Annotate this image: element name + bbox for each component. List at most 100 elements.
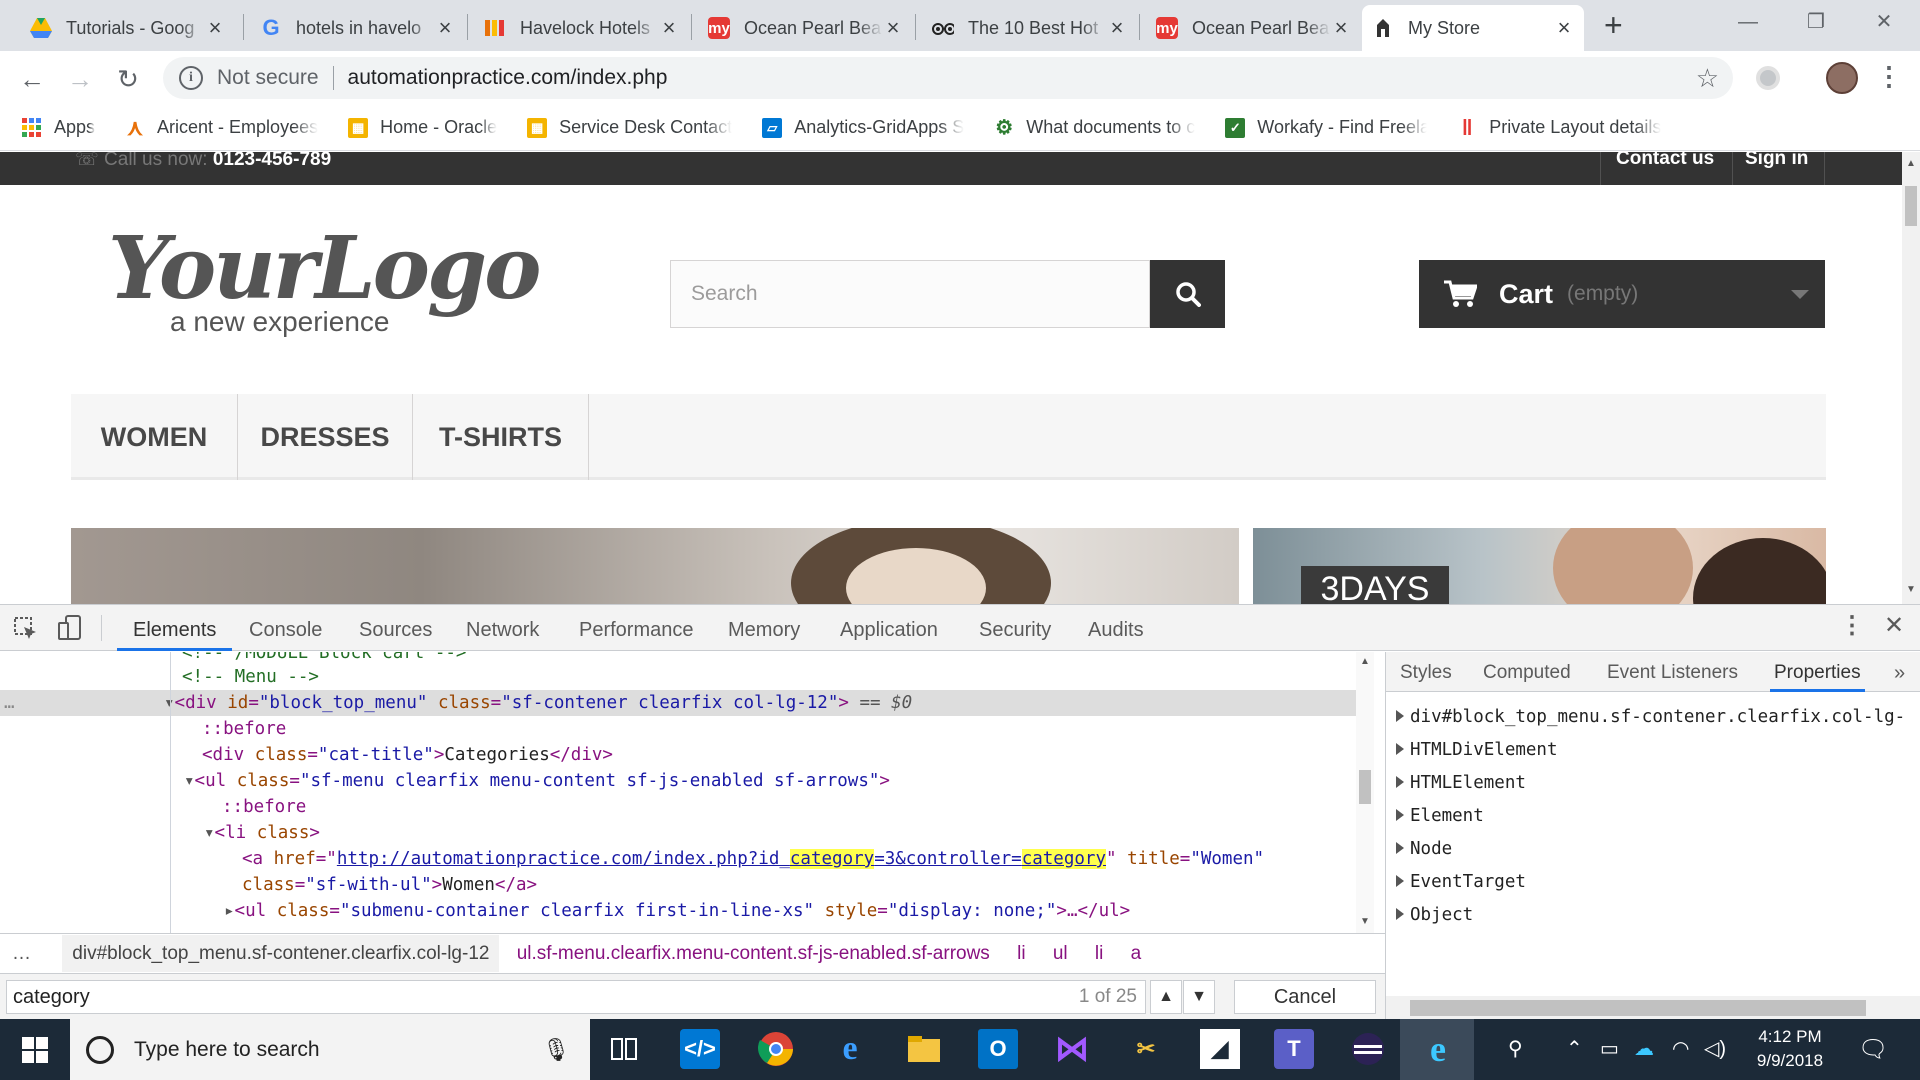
volume-icon[interactable]: ◁) (1704, 1019, 1726, 1080)
info-icon[interactable]: i (179, 66, 203, 90)
sign-in-link[interactable]: Sign in (1745, 152, 1808, 170)
tab-event-listeners[interactable]: Event Listeners (1607, 652, 1738, 692)
browser-tab[interactable]: my Ocean Pearl Bea × (1146, 5, 1361, 51)
breadcrumb-item[interactable]: ul.sf-menu.clearfix.menu-content.sf-js-e… (517, 943, 990, 964)
extension-icon[interactable] (1756, 66, 1780, 90)
bookmark-apps[interactable]: Apps (22, 117, 95, 138)
browser-tab[interactable]: Tutorials - Goog × (20, 5, 235, 51)
href-link[interactable]: http://automationpractice.com/index.php?… (337, 849, 1106, 869)
chrome-icon[interactable] (756, 1029, 796, 1069)
dom-node[interactable]: ▾<li class> (0, 820, 1356, 846)
dom-node[interactable]: ::before (0, 794, 1356, 820)
tab-elements[interactable]: Elements (117, 605, 233, 651)
menu-item-dresses[interactable]: DRESSES (238, 394, 413, 480)
property-row[interactable]: Node (1396, 839, 1452, 859)
devtools-menu-icon[interactable]: ⋮ (1840, 611, 1864, 640)
minimize-button[interactable]: — (1714, 0, 1782, 44)
browser-tab[interactable]: The 10 Best Hot × (922, 5, 1137, 51)
bookmark-documents[interactable]: ⚙ What documents to c (994, 117, 1195, 139)
onedrive-icon[interactable]: ☁ (1634, 1019, 1654, 1080)
file-explorer-icon[interactable] (904, 1029, 944, 1069)
dom-node[interactable]: class="sf-with-ul">Women</a> (0, 872, 1356, 898)
close-tab-icon[interactable]: × (205, 15, 225, 41)
battery-icon[interactable]: ▭ (1600, 1019, 1619, 1080)
bookmark-aricent[interactable]: ⋏ Aricent - Employees (125, 115, 318, 140)
cart-block[interactable]: Cart (empty) (1419, 260, 1825, 328)
menu-kebab-icon[interactable]: ⋮ (1876, 61, 1902, 91)
find-next-button[interactable]: ▼ (1183, 980, 1215, 1014)
browser-tab[interactable]: my Ocean Pearl Bea × (698, 5, 913, 51)
dom-node[interactable]: ::before (0, 716, 1356, 742)
eclipse-icon[interactable] (1348, 1029, 1388, 1069)
microphone-icon[interactable]: 🎙 (542, 1037, 570, 1063)
taskbar-search[interactable]: Type here to search 🎙 (70, 1019, 590, 1080)
page-scrollbar[interactable]: ▲ ▼ (1902, 152, 1920, 604)
bookmark-workafy[interactable]: ✓ Workafy - Find Freela (1225, 117, 1427, 138)
scroll-up-icon[interactable]: ▲ (1906, 158, 1916, 169)
close-tab-icon[interactable]: × (1331, 15, 1351, 41)
property-row[interactable]: Object (1396, 905, 1473, 925)
close-tab-icon[interactable]: × (1554, 15, 1574, 41)
close-tab-icon[interactable]: × (1107, 15, 1127, 41)
close-devtools-icon[interactable]: ✕ (1884, 611, 1904, 640)
new-tab-button[interactable]: + (1604, 8, 1623, 42)
back-button[interactable]: ← (16, 63, 48, 95)
tab-memory[interactable]: Memory (728, 605, 800, 651)
find-previous-button[interactable]: ▲ (1150, 980, 1182, 1014)
windows-start-icon[interactable] (22, 1037, 48, 1068)
side-panel-scrollbar[interactable] (1386, 996, 1920, 1020)
breadcrumb-item[interactable]: a (1131, 943, 1142, 964)
menu-item-women[interactable]: WOMEN (71, 394, 238, 480)
breadcrumb-item[interactable]: ul (1053, 943, 1068, 964)
breadcrumb-more[interactable]: … (12, 943, 31, 964)
dom-node[interactable]: ▸<ul class="submenu-container clearfix f… (0, 898, 1356, 924)
property-row[interactable]: HTMLElement (1396, 773, 1526, 793)
reload-button[interactable]: ↻ (112, 63, 144, 95)
search-button[interactable] (1150, 260, 1225, 328)
tab-audits[interactable]: Audits (1088, 605, 1144, 651)
menu-item-tshirts[interactable]: T-SHIRTS (413, 394, 589, 480)
tab-console[interactable]: Console (249, 605, 322, 651)
breadcrumb-item[interactable]: div#block_top_menu.sf-contener.clearfix.… (62, 935, 500, 972)
store-logo[interactable]: YourLogo a new experience (108, 218, 541, 352)
internet-explorer-icon[interactable]: e (1418, 1029, 1458, 1069)
property-row[interactable]: EventTarget (1396, 872, 1526, 892)
scroll-down-icon[interactable]: ▼ (1906, 584, 1916, 595)
dom-node[interactable]: ▾<ul class="sf-menu clearfix menu-conten… (0, 768, 1356, 794)
bookmark-star-icon[interactable]: ☆ (1696, 63, 1719, 94)
tab-styles[interactable]: Styles (1400, 652, 1452, 692)
outlook-icon[interactable]: O (978, 1029, 1018, 1069)
url-text[interactable]: automationpractice.com/index.php (348, 66, 668, 90)
property-row[interactable]: div#block_top_menu.sf-contener.clearfix.… (1396, 707, 1905, 727)
notepad-icon[interactable]: ◢ (1200, 1029, 1240, 1069)
browser-tab[interactable]: G hotels in havelo × (250, 5, 465, 51)
address-bar[interactable]: i Not secure automationpractice.com/inde… (163, 57, 1733, 99)
dom-node[interactable]: <div class="cat-title">Categories</div> (0, 742, 1356, 768)
property-row[interactable]: HTMLDivElement (1396, 740, 1558, 760)
show-hidden-icons[interactable]: ⌃ (1566, 1019, 1583, 1080)
tab-properties[interactable]: Properties (1770, 652, 1865, 692)
close-tab-icon[interactable]: × (435, 15, 455, 41)
visual-studio-icon[interactable]: ⋈ (1052, 1029, 1092, 1069)
bookmark-oracle-home[interactable]: ▦ Home - Oracle (348, 117, 497, 138)
restore-button[interactable]: ❐ (1782, 0, 1850, 44)
task-view-icon[interactable] (604, 1029, 644, 1069)
tab-application[interactable]: Application (840, 605, 938, 651)
dom-node[interactable]: <!-- Menu --> (0, 664, 1356, 690)
tab-security[interactable]: Security (979, 605, 1051, 651)
scrollbar-thumb[interactable] (1905, 186, 1917, 226)
dom-tree[interactable]: <!-- /MODULE Block cart --> <!-- Menu --… (0, 652, 1356, 933)
property-row[interactable]: Element (1396, 806, 1484, 826)
find-input[interactable]: category 1 of 25 (6, 980, 1146, 1014)
avatar[interactable] (1826, 62, 1858, 94)
forward-button[interactable]: → (64, 63, 96, 95)
vscode-icon[interactable]: </> (680, 1029, 720, 1069)
close-tab-icon[interactable]: × (883, 15, 903, 41)
wifi-icon[interactable]: ◠ (1672, 1019, 1689, 1080)
device-toolbar-icon[interactable] (58, 615, 84, 646)
search-input[interactable]: Search (670, 260, 1150, 328)
contact-us-link[interactable]: Contact us (1616, 152, 1714, 170)
people-icon[interactable]: ⚲ (1508, 1019, 1523, 1080)
bookmark-service-desk[interactable]: ▦ Service Desk Contact (527, 117, 732, 138)
tab-performance[interactable]: Performance (579, 605, 694, 651)
